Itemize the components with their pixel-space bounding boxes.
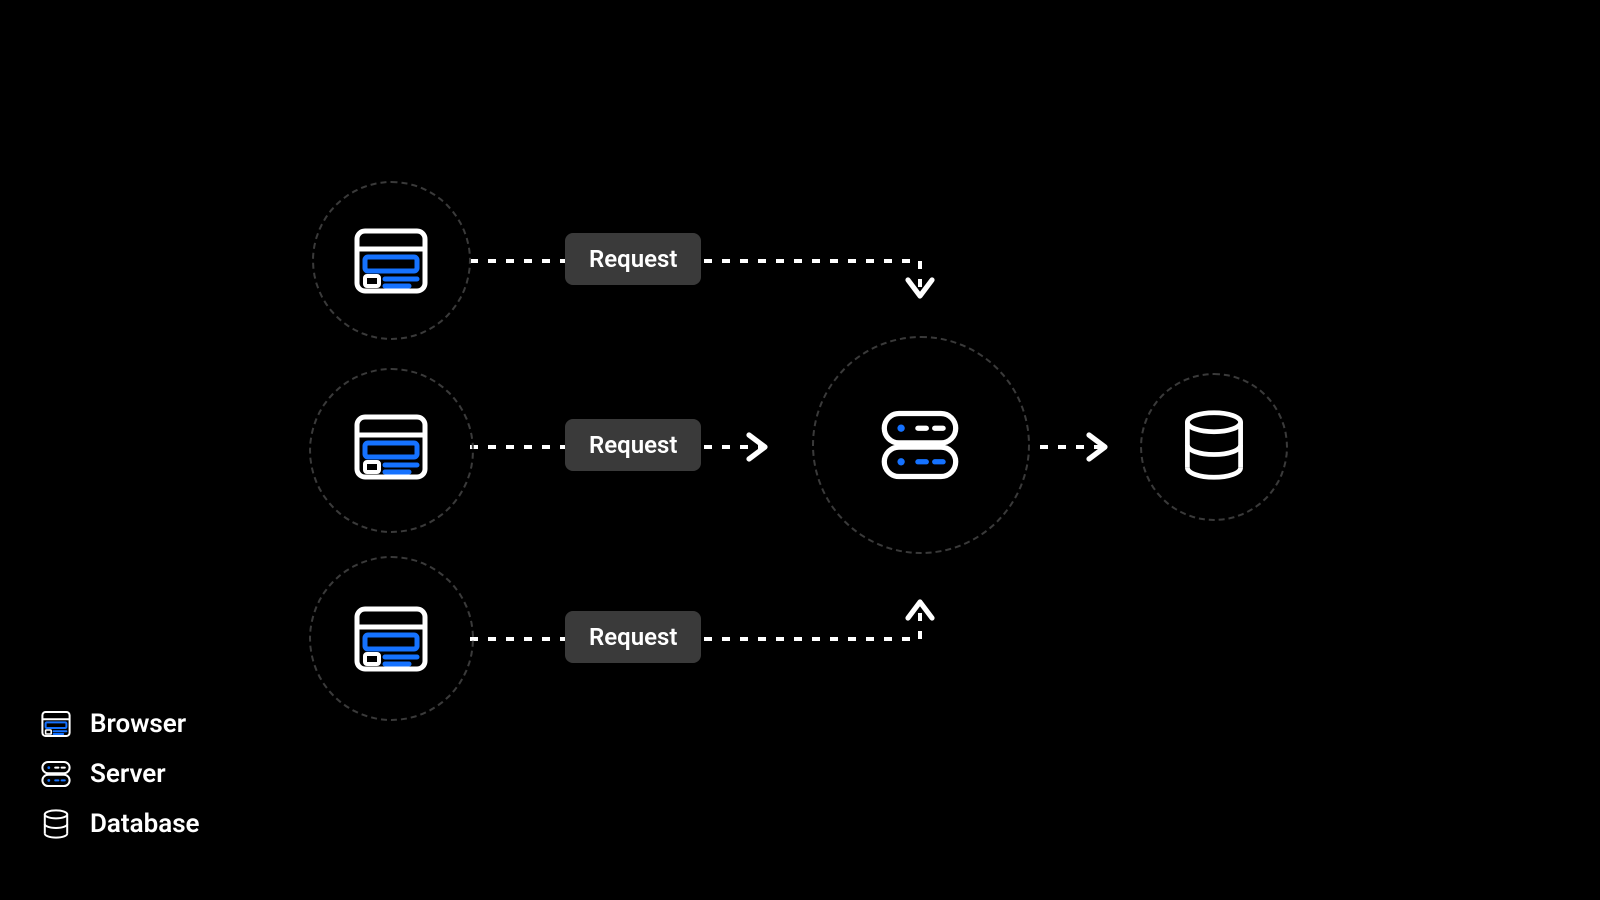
legend-row-browser: Browser xyxy=(40,708,200,740)
connectors xyxy=(0,0,1600,900)
database-node xyxy=(1176,407,1252,483)
browser-node xyxy=(351,407,431,487)
request-label: Request xyxy=(589,245,677,273)
browser-icon xyxy=(351,596,431,682)
browser-node xyxy=(351,599,431,679)
request-pill: Request xyxy=(565,611,701,663)
server-icon xyxy=(878,400,962,490)
database-icon xyxy=(40,808,72,840)
browser-icon xyxy=(40,708,72,740)
legend-label: Browser xyxy=(90,709,186,739)
diagram-stage: { "labels": { "request1": "Request", "re… xyxy=(0,0,1600,900)
legend-label: Database xyxy=(90,809,200,839)
request-pill: Request xyxy=(565,419,701,471)
request-label: Request xyxy=(589,623,677,651)
browser-icon xyxy=(351,404,431,490)
legend-label: Server xyxy=(90,759,166,789)
browser-node xyxy=(351,221,431,301)
server-icon xyxy=(40,758,72,790)
request-label: Request xyxy=(589,431,677,459)
server-node xyxy=(878,403,962,487)
legend-row-database: Database xyxy=(40,808,200,840)
request-pill: Request xyxy=(565,233,701,285)
database-icon xyxy=(1176,406,1252,484)
browser-icon xyxy=(351,218,431,304)
legend-row-server: Server xyxy=(40,758,200,790)
legend: Browser Server Database xyxy=(40,708,200,840)
